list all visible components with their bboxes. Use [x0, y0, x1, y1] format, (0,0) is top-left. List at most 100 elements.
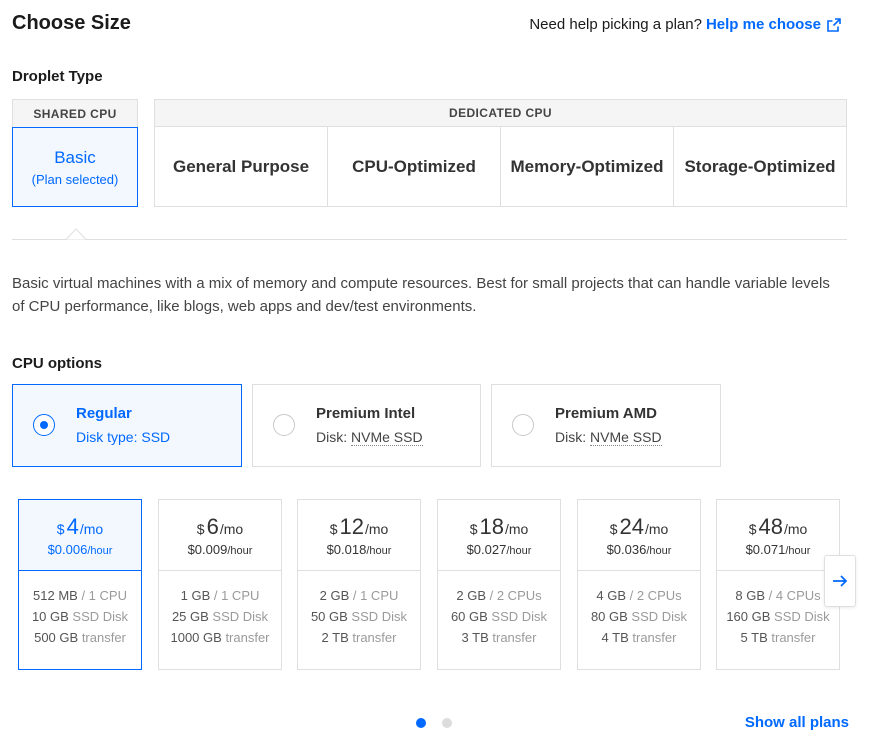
help-prompt: Need help picking a plan? — [529, 16, 702, 33]
spec-disk: 80 GB SSD Disk — [578, 606, 700, 627]
plan-price: $ 4 /mo — [57, 514, 103, 540]
cpu-options-label: CPU options — [12, 355, 102, 372]
plan-card-48[interactable]: $ 48 /mo $0.071/hour 8 GB / 4 CPUs 160 G… — [716, 499, 840, 670]
droplet-type-cpu-optimized[interactable]: CPU-Optimized — [328, 127, 501, 206]
droplet-type-general-purpose[interactable]: General Purpose — [155, 127, 328, 206]
cpu-option-regular[interactable]: Regular Disk type: SSD — [12, 384, 242, 467]
droplet-type-memory-optimized[interactable]: Memory-Optimized — [501, 127, 674, 206]
hourly-price: $0.071 — [745, 541, 786, 557]
droplet-type-basic[interactable]: Basic (Plan selected) — [12, 127, 138, 207]
price-amount: 4 — [66, 513, 79, 539]
plan-price-section: $ 18 /mo $0.027/hour — [438, 500, 560, 571]
hourly-price: $0.009 — [187, 541, 228, 557]
next-plans-button[interactable] — [824, 555, 856, 607]
dedicated-cpu-options: General Purpose CPU-Optimized Memory-Opt… — [154, 127, 847, 207]
help-link-label: Help me choose — [705, 16, 821, 33]
spec-memory-cpu: 2 GB / 1 CPU — [298, 585, 420, 606]
plan-card-18[interactable]: $ 18 /mo $0.027/hour 2 GB / 2 CPUs 60 GB… — [437, 499, 561, 670]
disk-label: Disk: — [555, 429, 587, 445]
plan-hourly: $0.006/hour — [48, 542, 113, 557]
spec-cpu: / 1 CPU — [81, 588, 127, 603]
plan-price: $ 18 /mo — [470, 514, 529, 540]
spec-disk-size: 160 GB — [726, 609, 771, 624]
spec-disk-type: SSD Disk — [774, 609, 830, 624]
price-currency: $ — [469, 520, 478, 537]
spec-disk-size: 25 GB — [171, 609, 209, 624]
spec-transfer-label: transfer — [632, 630, 677, 645]
spec-memory: 512 MB — [33, 588, 78, 603]
price-period: /mo — [504, 520, 529, 537]
plan-card-12[interactable]: $ 12 /mo $0.018/hour 2 GB / 1 CPU 50 GB … — [297, 499, 421, 670]
spec-transfer-amount: 3 TB — [461, 630, 489, 645]
plan-card-24[interactable]: $ 24 /mo $0.036/hour 4 GB / 2 CPUs 80 GB… — [577, 499, 701, 670]
hourly-unit: /hour — [506, 544, 532, 557]
shared-cpu-heading: SHARED CPU — [12, 99, 138, 127]
hourly-price: $0.018 — [326, 541, 367, 557]
hourly-price: $0.036 — [606, 541, 647, 557]
spec-memory-cpu: 1 GB / 1 CPU — [159, 585, 281, 606]
plan-hourly: $0.027/hour — [467, 542, 532, 557]
radio-button[interactable] — [273, 414, 295, 436]
selection-pointer — [66, 228, 86, 240]
cpu-option-disk: Disk: NVMe SSD — [316, 429, 423, 446]
price-currency: $ — [609, 520, 618, 537]
spec-transfer-amount: 1000 GB — [170, 630, 222, 645]
help-me-choose-link[interactable]: Help me choose — [706, 16, 841, 33]
price-amount: 24 — [619, 513, 644, 539]
divider — [12, 239, 847, 240]
spec-transfer: 3 TB transfer — [438, 627, 560, 648]
spec-cpu: / 1 CPU — [213, 588, 260, 603]
spec-transfer-amount: 500 GB — [34, 630, 79, 645]
plan-specs: 512 MB / 1 CPU 10 GB SSD Disk 500 GB tra… — [19, 571, 141, 648]
spec-transfer-amount: 5 TB — [740, 630, 768, 645]
plan-card-6[interactable]: $ 6 /mo $0.009/hour 1 GB / 1 CPU 25 GB S… — [158, 499, 282, 670]
plan-hourly: $0.018/hour — [327, 542, 392, 557]
hourly-unit: /hour — [87, 544, 113, 557]
hourly-unit: /hour — [366, 544, 392, 557]
cpu-option-disk: Disk: NVMe SSD — [555, 429, 662, 446]
plan-description: Basic virtual machines with a mix of mem… — [12, 275, 830, 315]
radio-button[interactable] — [33, 414, 55, 436]
spec-memory-cpu: 8 GB / 4 CPUs — [717, 585, 839, 606]
price-currency: $ — [56, 520, 65, 537]
spec-transfer: 2 TB transfer — [298, 627, 420, 648]
pagination-dot-2[interactable] — [442, 718, 452, 728]
spec-transfer: 4 TB transfer — [578, 627, 700, 648]
price-period: /mo — [364, 520, 389, 537]
disk-value: SSD — [141, 429, 171, 445]
plan-price-section: $ 12 /mo $0.018/hour — [298, 500, 420, 571]
disk-label: Disk: — [316, 429, 348, 445]
spec-memory-cpu: 512 MB / 1 CPU — [19, 585, 141, 606]
plan-price: $ 12 /mo — [330, 514, 389, 540]
external-link-icon — [827, 17, 841, 32]
spec-disk-size: 60 GB — [450, 609, 488, 624]
spec-disk-size: 50 GB — [310, 609, 348, 624]
arrow-right-icon — [833, 575, 848, 587]
cpu-option-premium-intel[interactable]: Premium Intel Disk: NVMe SSD — [252, 384, 481, 467]
show-all-plans-link[interactable]: Show all plans — [745, 714, 849, 731]
plan-card-4[interactable]: $ 4 /mo $0.006/hour 512 MB / 1 CPU 10 GB… — [18, 499, 142, 670]
spec-transfer-label: transfer — [225, 630, 270, 645]
spec-memory: 2 GB — [456, 588, 486, 603]
droplet-type-storage-optimized[interactable]: Storage-Optimized — [674, 127, 846, 206]
disk-value: NVMe SSD — [351, 429, 423, 446]
spec-transfer: 1000 GB transfer — [159, 627, 281, 648]
plan-price-section: $ 6 /mo $0.009/hour — [159, 500, 281, 571]
price-period: /mo — [644, 520, 669, 537]
spec-disk: 160 GB SSD Disk — [717, 606, 839, 627]
spec-memory-cpu: 2 GB / 2 CPUs — [438, 585, 560, 606]
pagination-dot-1[interactable] — [416, 718, 426, 728]
spec-disk: 10 GB SSD Disk — [19, 606, 141, 627]
basic-status: (Plan selected) — [31, 171, 119, 187]
help-section: Need help picking a plan? Help me choose — [529, 16, 841, 33]
plan-specs: 8 GB / 4 CPUs 160 GB SSD Disk 5 TB trans… — [717, 571, 839, 648]
price-amount: 48 — [758, 513, 783, 539]
spec-transfer-amount: 4 TB — [601, 630, 629, 645]
plan-hourly: $0.071/hour — [746, 542, 811, 557]
cpu-option-premium-amd[interactable]: Premium AMD Disk: NVMe SSD — [491, 384, 721, 467]
radio-button[interactable] — [512, 414, 534, 436]
plan-price: $ 24 /mo — [610, 514, 669, 540]
plan-hourly: $0.009/hour — [188, 542, 253, 557]
spec-disk: 50 GB SSD Disk — [298, 606, 420, 627]
price-currency: $ — [329, 520, 338, 537]
